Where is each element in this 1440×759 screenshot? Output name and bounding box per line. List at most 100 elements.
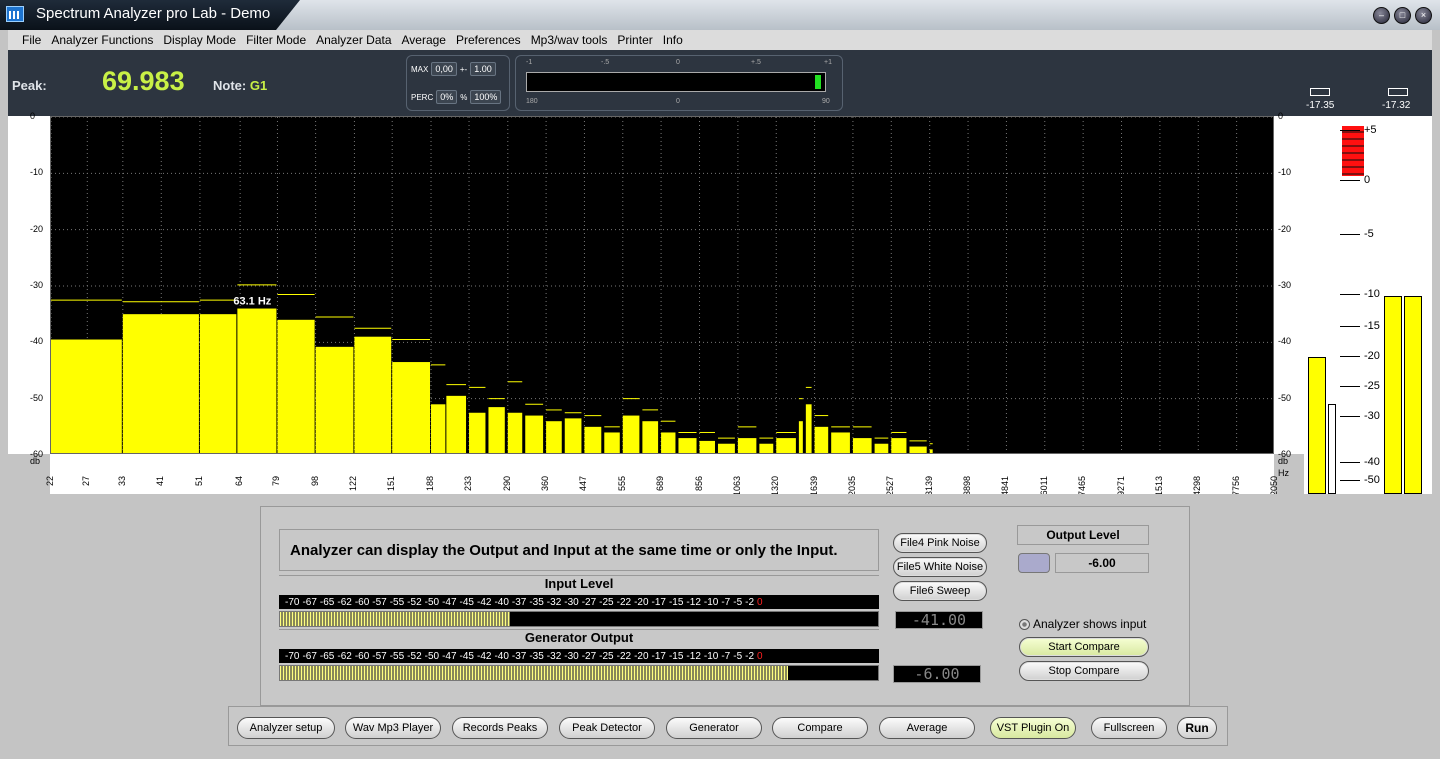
phase-tick: 90 [822,98,830,105]
wav-mp3-player-button[interactable]: Wav Mp3 Player [345,717,441,739]
spectrum-bar [759,443,774,453]
vu-bar-left [1308,357,1326,494]
phase-fill [815,75,821,89]
perc-field[interactable]: 0% [436,90,458,104]
menu-item-analyzer-functions[interactable]: Analyzer Functions [51,33,153,47]
menu-item-mp3-wav-tools[interactable]: Mp3/wav tools [531,33,608,47]
fullscreen-button[interactable]: Fullscreen [1091,717,1167,739]
phase-tick: -.5 [601,59,610,66]
file5-white-noise-button[interactable]: File5 White Noise [893,557,987,577]
title-bar[interactable]: Spectrum Analyzer pro Lab - Demo – □ × [0,0,1440,30]
vst-plugin-on-button[interactable]: VST Plugin On [990,717,1076,739]
phase-tick: 0 [676,98,680,105]
file6-sweep-button[interactable]: File6 Sweep [893,581,987,601]
close-icon[interactable]: × [1415,7,1432,24]
vu-scale-label: -25 [1364,380,1380,392]
db-unit-label: db [30,456,41,466]
scale-tick: -67 [302,650,317,662]
peak-value: 69.983 [102,66,185,96]
file4-pink-noise-button[interactable]: File4 Pink Noise [893,533,987,553]
menu-item-filter-mode[interactable]: Filter Mode [246,33,306,47]
menu-item-preferences[interactable]: Preferences [456,33,521,47]
lower-area: Analyzer can display the Output and Inpu… [8,494,1432,706]
spectrum-bar [122,314,199,453]
db-tick-label: -50 [30,392,44,403]
compare-button[interactable]: Compare [772,717,868,739]
scale-tick: 0 [757,596,763,608]
peak-detector-button[interactable]: Peak Detector [559,717,655,739]
spectrum-bar [699,440,715,453]
stop-compare-button[interactable]: Stop Compare [1019,661,1149,681]
info-message: Analyzer can display the Output and Inpu… [279,529,879,571]
scale-tick: -35 [529,596,544,608]
spectrum-bar [488,407,505,453]
scale-tick: -15 [668,596,684,608]
maximize-icon[interactable]: □ [1394,7,1411,24]
scale-tick: -17 [651,650,666,662]
spectrum-bar [798,421,803,453]
start-compare-button[interactable]: Start Compare [1019,637,1149,657]
spectrum-bar [237,308,277,453]
scale-tick: -20 [634,650,649,662]
scale-tick: -60 [354,596,370,608]
scale-tick: -22 [616,596,632,608]
spectrum-bar [564,418,582,453]
max-field[interactable]: 0,00 [431,62,457,76]
pm-field[interactable]: 1.00 [470,62,496,76]
phase-bar [526,72,826,92]
scale-tick: -57 [372,650,387,662]
note-label: Note: G1 [213,78,267,93]
vu-scale-label: 0 [1364,174,1371,186]
vu-scale-tick [1340,462,1360,463]
radio-icon[interactable] [1019,618,1030,630]
scale-tick: -30 [564,650,579,662]
vu-scale-tick [1340,356,1360,357]
menu-item-file[interactable]: File [22,33,41,47]
scale-tick: -25 [599,650,614,662]
scale-tick: -32 [546,650,562,662]
menu-item-info[interactable]: Info [663,33,683,47]
vu-scale-label: -15 [1364,320,1380,332]
spectrum-bar [776,438,796,453]
spectrum-bar [737,438,757,453]
vu-scale-tick [1340,416,1360,417]
analyzer-setup-button[interactable]: Analyzer setup [237,717,335,739]
menu-item-average[interactable]: Average [402,33,446,47]
scale-tick: -42 [476,650,492,662]
scale-tick: -2 [745,650,755,662]
vu-peak-left [1328,404,1336,494]
minimize-icon[interactable]: – [1373,7,1390,24]
average-button[interactable]: Average [879,717,975,739]
max-row: MAX 0,00 +- 1.00 [411,62,496,76]
scale-tick: -32 [546,596,562,608]
vu-bar-right-2 [1404,295,1422,494]
menu-item-analyzer-data[interactable]: Analyzer Data [316,33,391,47]
frequency-axis: 22 27 33 41 51 64 79 98 122 151 188 233 290 360 447 555… [45,454,1289,501]
spectrum-plot[interactable]: 63.1 Hz [50,116,1274,454]
vu-scale-tick [1340,386,1360,387]
db-tick-label: -10 [1278,167,1292,178]
scale-tick: -10 [703,650,719,662]
pct-field[interactable]: 100% [470,90,502,104]
spectrum-bar [315,346,354,453]
generator-button[interactable]: Generator [666,717,762,739]
run-button[interactable]: Run [1177,717,1217,739]
scale-tick: -17 [651,596,666,608]
menu-bar: File Analyzer Functions Display Mode Filter… [8,30,1432,50]
vu-scale-tick [1340,326,1360,327]
scale-tick: -15 [668,650,684,662]
phase-meter: -1 -.5 0 +.5 +1 180 0 90 [515,55,843,111]
scale-tick: -50 [424,650,440,662]
spectrum-bar [661,432,676,453]
analyzer-shows-input-option[interactable]: Analyzer shows input [1019,617,1146,631]
menu-item-printer[interactable]: Printer [617,33,652,47]
scale-tick: 0 [757,650,763,662]
menu-item-display-mode[interactable]: Display Mode [163,33,236,47]
records-peaks-button[interactable]: Records Peaks [452,717,548,739]
radio-label: Analyzer shows input [1033,617,1147,631]
scale-tick: -62 [337,650,352,662]
output-level-spinner[interactable] [1018,553,1050,573]
db-tick-label: -40 [30,336,44,347]
scale-tick: -70 [285,650,300,662]
spectrum-bar [199,314,237,453]
